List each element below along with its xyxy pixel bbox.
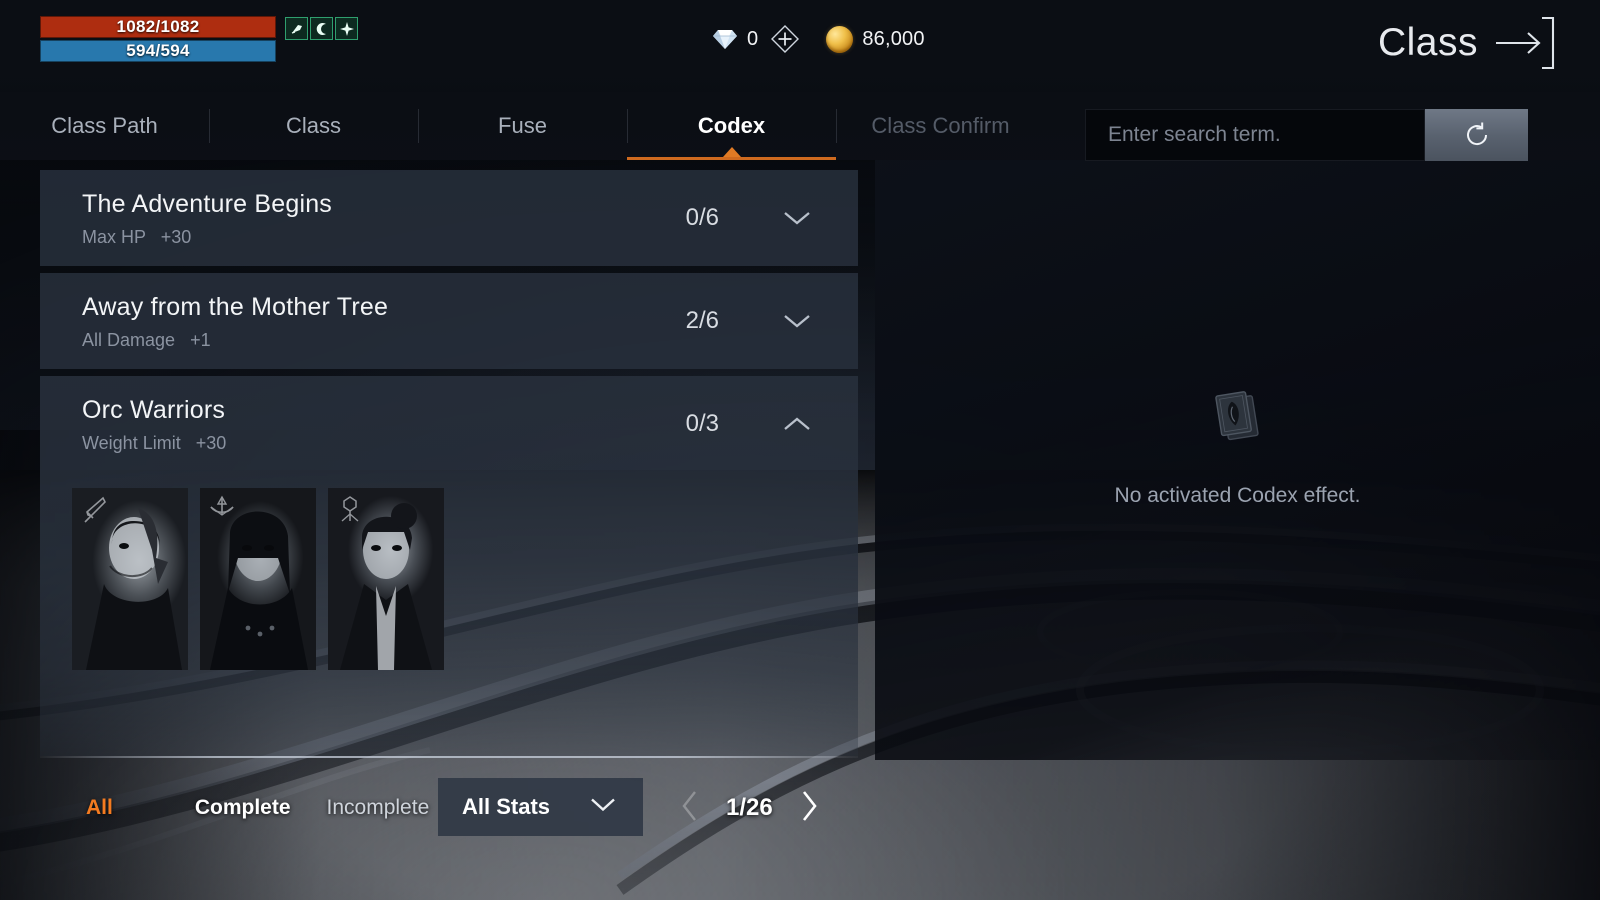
currency-display: 0 86,000 [712, 22, 925, 56]
codex-row-header: The Adventure Begins Max HP +30 0/6 [40, 170, 858, 266]
player-resource-bars: 1082/1082 594/594 [40, 16, 276, 62]
add-currency-button[interactable] [770, 24, 800, 54]
codex-cards-icon [1214, 391, 1259, 441]
active-tab-marker-icon [722, 147, 741, 157]
codex-card-list [40, 472, 858, 670]
sword-icon [84, 496, 106, 523]
codex-row-title: Orc Warriors [82, 396, 226, 424]
buff-icon-1[interactable] [285, 17, 308, 40]
filter-incomplete[interactable]: Incomplete [327, 796, 430, 820]
page-indicator: 1/26 [726, 794, 773, 821]
gold-value: 86,000 [862, 27, 925, 50]
codex-row-progress: 2/6 [685, 307, 719, 334]
codex-row-title: Away from the Mother Tree [82, 293, 389, 321]
buff-icon-2[interactable] [310, 17, 333, 40]
tab-label: Fuse [498, 113, 547, 138]
codex-row-header: Orc Warriors Weight Limit +30 0/3 [40, 376, 858, 472]
tab-class-confirm[interactable]: Class Confirm [836, 92, 1045, 160]
completion-filter-group: All Complete Incomplete [86, 780, 429, 836]
search-input-wrapper[interactable] [1085, 109, 1425, 161]
search-input[interactable] [1108, 123, 1402, 147]
codex-row-header: Away from the Mother Tree All Damage +1 … [40, 273, 858, 369]
codex-empty-message: No activated Codex effect. [1114, 484, 1361, 507]
chevron-up-icon[interactable] [782, 409, 812, 439]
codex-row-progress: 0/6 [685, 204, 719, 231]
class-exit-button[interactable]: Class [1378, 14, 1556, 72]
pagination-control: 1/26 [680, 780, 819, 836]
codex-list[interactable]: The Adventure Begins Max HP +30 0/6 Away… [40, 170, 858, 758]
tab-label: Codex [697, 113, 766, 138]
filter-complete[interactable]: Complete [195, 796, 291, 820]
codex-row-away-from-the-mother-tree[interactable]: Away from the Mother Tree All Damage +1 … [40, 273, 858, 369]
codex-row-title: The Adventure Begins [82, 190, 332, 218]
top-hud-bar: 1082/1082 594/594 0 86,000 Class [0, 0, 1600, 92]
buff-icon-3[interactable] [335, 17, 358, 40]
filter-all[interactable]: All [86, 796, 113, 820]
tab-list: Class Path Class Fuse Codex Class Confir… [0, 92, 1045, 160]
tab-codex[interactable]: Codex [627, 92, 836, 160]
chevron-right-icon[interactable] [799, 789, 819, 828]
tab-label: Class Path [51, 113, 158, 138]
tab-class-path[interactable]: Class Path [0, 92, 209, 160]
codex-row-stat-name: All Damage [82, 330, 176, 350]
codex-row-the-adventure-begins[interactable]: The Adventure Begins Max HP +30 0/6 [40, 170, 858, 266]
chevron-left-icon[interactable] [680, 789, 700, 828]
search-bar [1085, 109, 1528, 161]
gold-currency: 86,000 [800, 25, 925, 53]
buff-icon-list [285, 17, 358, 40]
bottom-filter-bar: All Complete Incomplete All Stats 1/26 [0, 778, 1600, 836]
codex-empty-state: No activated Codex effect. [875, 388, 1600, 508]
chevron-down-icon [589, 797, 617, 818]
class-exit-label: Class [1377, 21, 1478, 64]
diamond-currency: 0 [712, 24, 800, 54]
codex-row-orc-warriors[interactable]: Orc Warriors Weight Limit +30 0/3 [40, 376, 858, 756]
chevron-down-icon[interactable] [782, 203, 812, 233]
diamond-value: 0 [747, 27, 759, 50]
tab-fuse[interactable]: Fuse [418, 92, 627, 160]
active-tab-underline [627, 157, 836, 160]
mana-bar: 594/594 [40, 40, 276, 62]
tab-class[interactable]: Class [209, 92, 418, 160]
search-refresh-button[interactable] [1425, 109, 1528, 161]
tab-label: Class [285, 113, 341, 138]
codex-row-stat-name: Weight Limit [82, 433, 181, 453]
bow-icon [210, 495, 234, 516]
codex-row-progress: 0/3 [685, 410, 719, 437]
refresh-icon [1466, 122, 1487, 146]
codex-effect-panel: No activated Codex effect. [875, 160, 1600, 760]
diamond-icon [713, 30, 737, 49]
stats-filter-dropdown[interactable]: All Stats [438, 778, 643, 836]
codex-card-3[interactable] [328, 488, 444, 670]
stats-filter-label: All Stats [462, 794, 551, 819]
codex-row-stat-value: +1 [190, 330, 211, 350]
codex-card-1[interactable] [72, 488, 188, 670]
codex-row-stat: Weight Limit +30 [82, 433, 858, 454]
codex-card-2[interactable] [200, 488, 316, 670]
health-bar: 1082/1082 [40, 16, 276, 38]
codex-row-stat-name: Max HP [82, 227, 146, 247]
codex-row-stat-value: +30 [195, 433, 227, 453]
codex-row-stat-value: +30 [160, 227, 192, 247]
gold-coin-icon [826, 25, 854, 53]
list-bottom-divider [40, 756, 858, 758]
health-bar-value: 1082/1082 [116, 17, 200, 36]
tab-label: Class Confirm [871, 113, 1010, 138]
codex-row-stat: All Damage +1 [82, 330, 858, 351]
game-ui-root: 1082/1082 594/594 0 86,000 Class Class P… [0, 0, 1600, 900]
mage-icon [341, 496, 359, 522]
chevron-down-icon[interactable] [782, 306, 812, 336]
exit-arrow-icon [1496, 16, 1555, 70]
codex-row-stat: Max HP +30 [82, 227, 858, 248]
mana-bar-value: 594/594 [126, 41, 190, 60]
